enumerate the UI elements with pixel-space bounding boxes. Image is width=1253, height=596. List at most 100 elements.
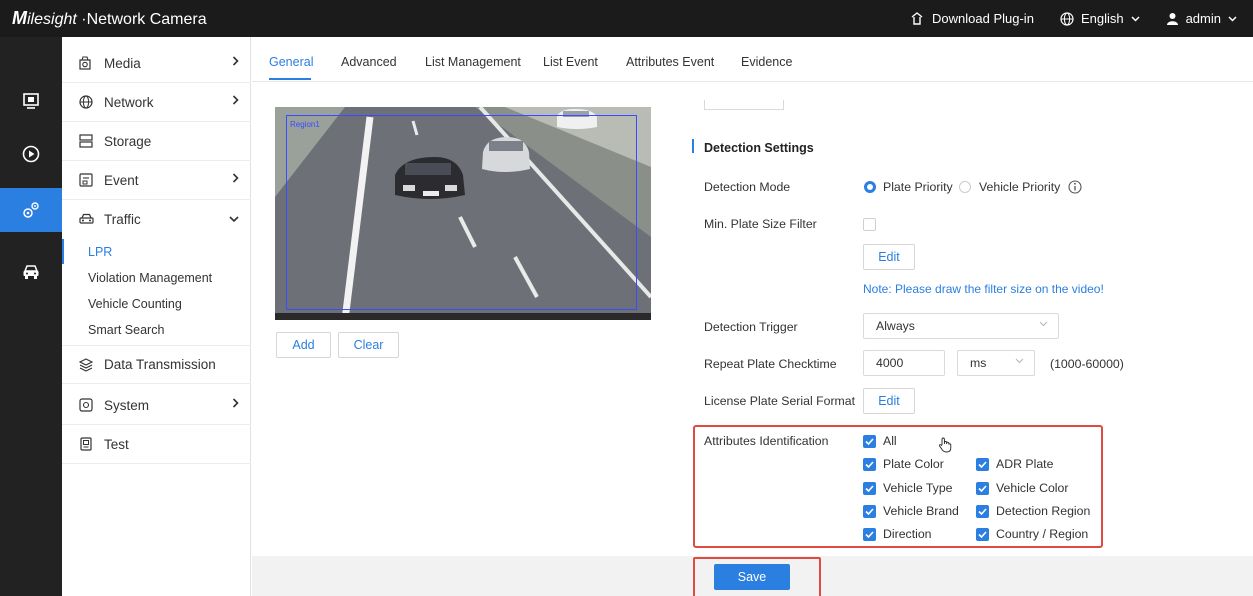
nav-item-storage[interactable]: Storage [62, 122, 251, 161]
language-label: English [1080, 11, 1124, 26]
plate-priority-radio[interactable] [864, 181, 876, 193]
plate-priority-label: Plate Priority [883, 180, 953, 194]
media-icon [78, 55, 94, 71]
checkbox-checked-icon [863, 527, 876, 541]
tab-advanced[interactable]: Advanced [341, 55, 397, 69]
clear-button[interactable]: Clear [338, 332, 399, 358]
rail-live-view[interactable] [0, 79, 62, 123]
product-name: ·Network Camera [76, 11, 207, 28]
checkbox-checked-icon [863, 457, 876, 471]
sub-item-smart-search[interactable]: Smart Search [88, 323, 164, 337]
attr-vehicle-type-checkbox[interactable]: Vehicle Type [863, 481, 953, 495]
nav-item-label: Test [104, 436, 129, 452]
playback-icon [22, 145, 40, 163]
edit-serial-format-button[interactable]: Edit [863, 388, 915, 414]
tab-attributes-event[interactable]: Attributes Event [626, 55, 714, 69]
attr-detection-region-checkbox[interactable]: Detection Region [976, 504, 1090, 518]
attr-label: Detection Region [996, 504, 1091, 518]
language-select[interactable]: English [1060, 11, 1140, 26]
top-bar: Milesight ·Network Camera Download Plug-… [0, 0, 1253, 37]
repeat-range-hint: (1000-60000) [1050, 357, 1124, 371]
detection-trigger-label: Detection Trigger [704, 320, 798, 334]
car-icon [23, 265, 39, 279]
tab-evidence[interactable]: Evidence [741, 55, 792, 69]
chevron-right-icon [232, 56, 239, 66]
attr-label: Vehicle Type [883, 481, 953, 495]
attr-adr-plate-checkbox[interactable]: ADR Plate [976, 457, 1053, 471]
settings-gears-icon [23, 202, 39, 218]
globe-icon [78, 94, 94, 110]
edit-filter-button[interactable]: Edit [863, 244, 915, 270]
checkbox-checked-icon [976, 457, 989, 471]
rail-settings[interactable] [0, 188, 62, 232]
video-preview[interactable]: Region1 [275, 107, 651, 320]
brand-logo: Milesight ·Network Camera [12, 8, 207, 29]
nav-item-label: Traffic [104, 212, 141, 227]
checkbox-checked-icon [863, 434, 876, 448]
live-view-icon [23, 93, 39, 109]
main-content: General Advanced List Management List Ev… [252, 37, 1253, 596]
rail-playback[interactable] [0, 132, 62, 176]
nav-item-traffic[interactable]: Traffic [62, 200, 251, 239]
section-accent-bar [692, 139, 694, 153]
nav-item-media[interactable]: Media [62, 44, 251, 83]
nav-item-label: Event [104, 172, 139, 188]
attr-label: Vehicle Brand [883, 504, 959, 518]
nav-item-label: Network [104, 94, 154, 110]
nav-item-network[interactable]: Network [62, 83, 251, 122]
detection-trigger-select[interactable]: Always [863, 313, 1059, 339]
attr-vehicle-color-checkbox[interactable]: Vehicle Color [976, 481, 1068, 495]
nav-item-label: Data Transmission [104, 357, 216, 372]
tab-general[interactable]: General [269, 55, 313, 69]
chevron-down-icon [1228, 15, 1237, 22]
download-plugin-link[interactable]: Download Plug-in [909, 11, 1034, 26]
attr-plate-color-checkbox[interactable]: Plate Color [863, 457, 944, 471]
section-title: Detection Settings [704, 141, 814, 155]
nav-item-data-transmission[interactable]: Data Transmission [62, 345, 251, 384]
chevron-down-icon [1131, 15, 1140, 22]
sub-item-violation-management[interactable]: Violation Management [88, 271, 212, 285]
layers-icon [78, 357, 94, 373]
sub-item-vehicle-counting[interactable]: Vehicle Counting [88, 297, 182, 311]
attr-vehicle-brand-checkbox[interactable]: Vehicle Brand [863, 504, 959, 518]
brand-m: M [12, 8, 27, 28]
rail-vehicle[interactable] [0, 250, 62, 294]
info-icon[interactable] [1068, 180, 1082, 194]
repeat-unit-select[interactable]: ms [957, 350, 1035, 376]
tab-list-event[interactable]: List Event [543, 55, 598, 69]
globe-icon [1060, 11, 1074, 26]
attr-country-region-checkbox[interactable]: Country / Region [976, 527, 1088, 541]
chevron-down-icon [229, 216, 239, 223]
min-plate-size-checkbox[interactable] [863, 218, 876, 231]
nav-item-test[interactable]: Test [62, 425, 251, 464]
hand-cursor-icon [939, 437, 952, 453]
user-name: admin [1185, 11, 1221, 26]
chevron-down-icon [1039, 321, 1048, 327]
filter-note: Note: Please draw the filter size on the… [863, 282, 1104, 296]
add-button[interactable]: Add [276, 332, 331, 358]
brand-name: ilesight [27, 11, 77, 28]
repeat-checktime-input[interactable]: 4000 [863, 350, 945, 376]
checkbox-checked-icon [863, 504, 876, 518]
checkbox-checked-icon [976, 504, 989, 518]
vehicle-priority-radio[interactable] [959, 181, 971, 193]
attr-label: ADR Plate [996, 457, 1054, 471]
detection-trigger-value: Always [876, 319, 915, 333]
save-button[interactable]: Save [714, 564, 790, 590]
user-menu[interactable]: admin [1166, 11, 1237, 26]
nav-item-event[interactable]: Event [62, 161, 251, 200]
test-icon [78, 436, 94, 452]
attr-direction-checkbox[interactable]: Direction [863, 527, 932, 541]
module-rail [0, 37, 62, 596]
nav-item-label: System [104, 397, 150, 413]
min-plate-size-label: Min. Plate Size Filter [704, 217, 817, 231]
tab-list-management[interactable]: List Management [425, 55, 521, 69]
attr-all-checkbox[interactable]: All [863, 434, 897, 448]
active-indicator [62, 239, 64, 264]
region-label: Region1 [290, 120, 320, 129]
nav-item-system[interactable]: System [62, 386, 251, 425]
sub-item-lpr[interactable]: LPR [88, 245, 112, 259]
detection-region-outline[interactable] [286, 115, 637, 310]
event-icon [78, 172, 94, 188]
system-icon [78, 397, 94, 413]
